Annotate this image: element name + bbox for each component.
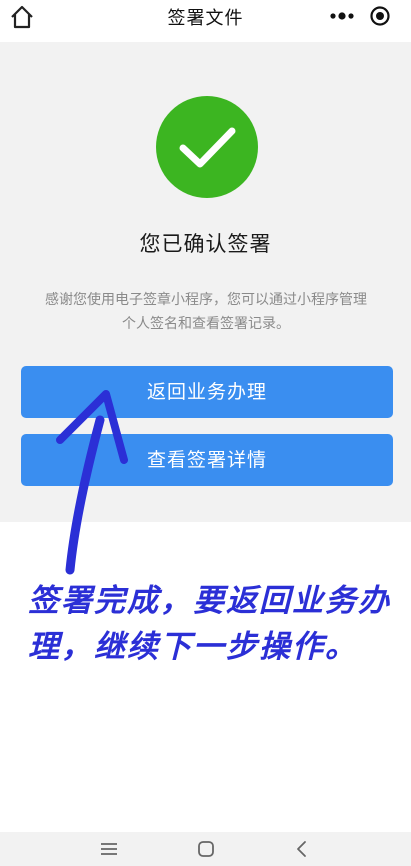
- result-title: 您已确认签署: [139, 232, 272, 256]
- circle-home-icon[interactable]: [196, 839, 216, 859]
- back-chevron-icon[interactable]: [292, 839, 312, 859]
- capsule-menu: [317, 0, 403, 32]
- screen: 签署文件 您已确认签署 感谢您使用电子签章小程序，您可以通过小程序管理个人签名和…: [0, 0, 411, 866]
- result-description: 感谢您使用电子签章小程序，您可以通过小程序管理个人签名和查看签署记录。: [45, 292, 367, 332]
- target-icon[interactable]: [369, 5, 391, 27]
- system-nav-bar: [0, 832, 411, 866]
- checkmark-circle-icon: [156, 96, 258, 198]
- menu-icon[interactable]: [98, 840, 120, 858]
- handwritten-annotation: 签署完成，要返回业务办理，继续下一步操作。: [28, 583, 391, 665]
- more-dots-icon[interactable]: [327, 6, 357, 26]
- annotation-arrow: [40, 380, 160, 580]
- top-navbar: 签署文件: [0, 0, 411, 34]
